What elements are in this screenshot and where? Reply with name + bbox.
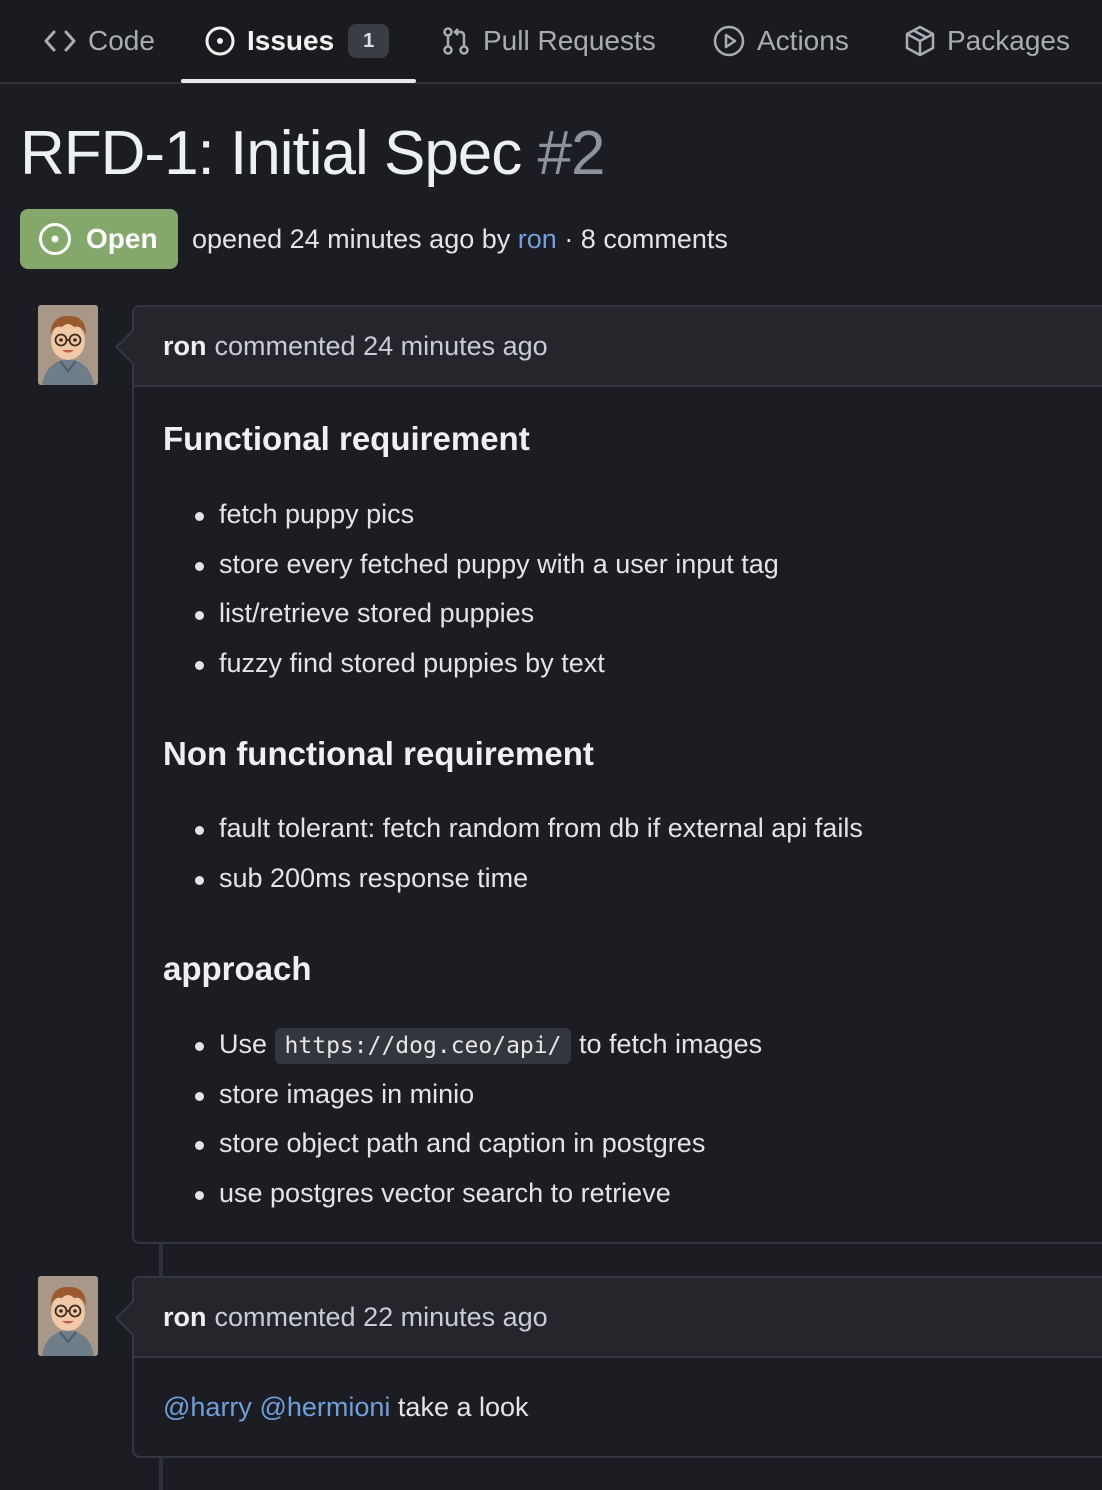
bullet-list: fetch puppy pics store every fetched pup… — [163, 490, 779, 688]
comment-card: ron commented 24 minutes ago Functional … — [115, 305, 1102, 1244]
comment-timestamp[interactable]: commented 22 minutes ago — [215, 1302, 548, 1333]
code-icon — [44, 30, 76, 52]
avatar[interactable] — [38, 305, 98, 385]
list-item-text: to fetch images — [579, 1029, 763, 1059]
author-link[interactable]: ron — [518, 224, 557, 254]
comment-author[interactable]: ron — [163, 331, 207, 362]
comment-author[interactable]: ron — [163, 1302, 207, 1333]
inline-code: https://dog.ceo/api/ — [274, 1028, 572, 1064]
mention-link[interactable]: @hermioni — [259, 1392, 390, 1423]
list-item: store every fetched puppy with a user in… — [163, 540, 779, 590]
issue-meta: opened 24 minutes ago by ron · 8 comment… — [192, 224, 728, 255]
tab-pull-requests[interactable]: Pull Requests — [441, 0, 656, 82]
issues-count-badge: 1 — [348, 24, 390, 58]
tab-actions-label: Actions — [757, 25, 849, 56]
timeline-line — [159, 1456, 163, 1490]
list-item: Use https://dog.ceo/api/ to fetch images — [163, 1020, 762, 1070]
tab-actions[interactable]: Actions — [713, 0, 849, 82]
play-icon — [713, 25, 745, 57]
comment-header: ron commented 22 minutes ago — [134, 1278, 1102, 1358]
list-item: store object path and caption in postgre… — [163, 1119, 762, 1169]
section-heading: approach — [163, 950, 312, 987]
comment-body: Functional requirement fetch puppy pics … — [134, 387, 1102, 1242]
tab-packages[interactable]: Packages — [905, 0, 1070, 82]
tab-issues[interactable]: Issues 1 — [205, 0, 390, 82]
tab-code[interactable]: Code — [44, 0, 155, 82]
opened-text: opened 24 minutes ago by — [192, 223, 511, 254]
comment-body: @harry @hermioni take a look — [134, 1358, 1102, 1456]
list-item: fault tolerant: fetch random from db if … — [163, 804, 863, 854]
package-icon — [905, 25, 935, 57]
list-item: use postgres vector search to retrieve — [163, 1169, 762, 1219]
comment-text: take a look — [397, 1391, 529, 1422]
comment-header: ron commented 24 minutes ago — [134, 307, 1102, 387]
section-heading: Functional requirement — [163, 420, 530, 457]
tab-code-label: Code — [88, 25, 155, 56]
list-item: fuzzy find stored puppies by text — [163, 639, 779, 689]
bullet-list: Use https://dog.ceo/api/ to fetch images… — [163, 1020, 762, 1218]
list-item-text: Use — [219, 1029, 268, 1059]
avatar[interactable] — [38, 1276, 98, 1356]
bullet-list: fault tolerant: fetch random from db if … — [163, 804, 863, 903]
issue-opened-icon — [39, 223, 71, 255]
list-item: list/retrieve stored puppies — [163, 589, 779, 639]
list-item: fetch puppy pics — [163, 490, 779, 540]
tab-packages-label: Packages — [947, 25, 1070, 56]
avatar-image — [38, 1276, 98, 1356]
issue-opened-icon — [205, 26, 235, 56]
pull-request-icon — [443, 27, 469, 55]
mention-link[interactable]: @harry — [163, 1392, 252, 1423]
issue-title-text: RFD-1: Initial Spec — [20, 119, 522, 188]
section-heading: Non functional requirement — [163, 735, 594, 772]
active-tab-underline — [181, 79, 416, 83]
comments-count: · 8 comments — [564, 223, 728, 254]
issue-status-row: Open opened 24 minutes ago by ron · 8 co… — [20, 209, 728, 269]
list-item: sub 200ms response time — [163, 854, 863, 904]
repo-nav: Code Issues 1 Pull Requests Actions Pack… — [0, 0, 1102, 84]
comment-timestamp[interactable]: commented 24 minutes ago — [215, 331, 548, 362]
issue-number: #2 — [537, 119, 606, 188]
tab-pull-requests-label: Pull Requests — [483, 25, 656, 56]
list-item: store images in minio — [163, 1070, 762, 1120]
status-badge: Open — [20, 209, 178, 269]
tab-issues-label: Issues — [247, 25, 335, 56]
comment-card: ron commented 22 minutes ago @harry @her… — [115, 1276, 1102, 1458]
timeline-line — [159, 1242, 163, 1278]
status-badge-label: Open — [86, 223, 158, 254]
issue-title: RFD-1: Initial Spec #2 — [20, 118, 606, 189]
avatar-image — [38, 305, 98, 385]
